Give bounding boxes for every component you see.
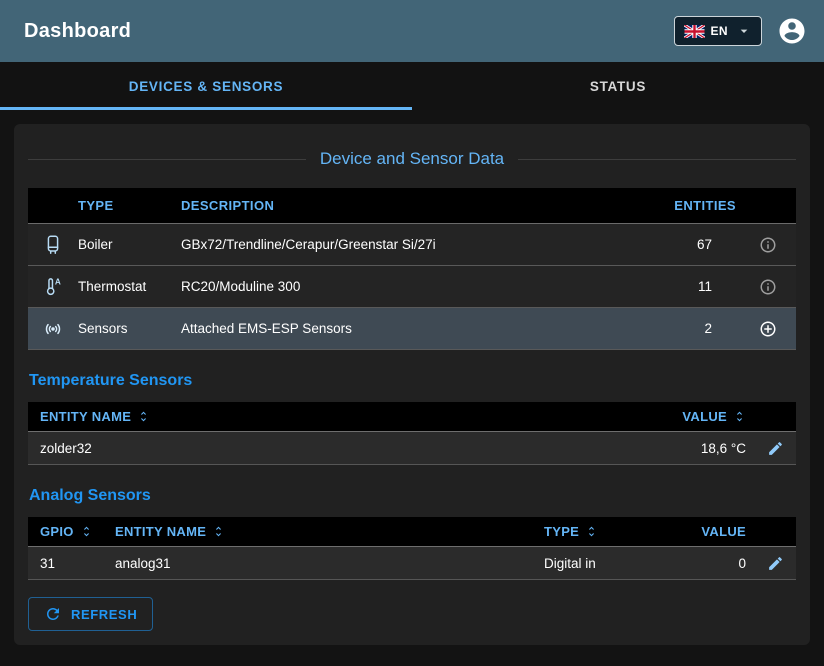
sort-type[interactable]: TYPE (544, 524, 659, 539)
sort-icon (80, 525, 93, 538)
table-row-analog-sensor[interactable]: 31 analog31 Digital in 0 (28, 547, 796, 580)
sort-gpio[interactable]: GPIO (28, 524, 115, 539)
edit-button[interactable] (767, 440, 784, 457)
device-entities: 67 (630, 237, 740, 252)
active-tab-indicator (0, 107, 412, 110)
tab-bar: DEVICES & SENSORS STATUS (0, 62, 824, 110)
divider (28, 159, 306, 160)
analog-sensors-heading: Analog Sensors (29, 487, 796, 505)
analog-sensors-table: GPIO ENTITY NAME TYPE (28, 517, 796, 580)
device-description: Attached EMS-ESP Sensors (181, 321, 630, 336)
card-title: Device and Sensor Data (320, 148, 504, 170)
language-code: EN (711, 24, 728, 38)
sensor-entity-name: zolder32 (28, 441, 604, 456)
info-button[interactable] (759, 278, 777, 296)
device-description: GBx72/Trendline/Cerapur/Greenstar Si/27i (181, 237, 630, 252)
main-content: Device and Sensor Data TYPE DESCRIPTION … (0, 110, 824, 659)
device-entities: 11 (630, 279, 740, 294)
device-type: Boiler (78, 237, 181, 252)
account-button[interactable] (776, 15, 808, 47)
sensor-value: 0 (659, 556, 754, 571)
add-button[interactable] (759, 320, 777, 338)
sort-icon (585, 525, 598, 538)
chevron-down-icon (736, 23, 752, 39)
thermostat-icon: A (28, 276, 78, 298)
table-row-temperature-sensor[interactable]: zolder32 18,6 °C (28, 432, 796, 465)
svg-text:A: A (55, 277, 61, 286)
device-table-header: TYPE DESCRIPTION ENTITIES (28, 188, 796, 224)
info-button[interactable] (759, 236, 777, 254)
tab-devices-sensors[interactable]: DEVICES & SENSORS (0, 62, 412, 110)
sensors-icon (28, 318, 78, 340)
device-table: TYPE DESCRIPTION ENTITIES Boiler GBx72/T… (28, 188, 796, 350)
account-circle-icon (777, 16, 807, 46)
sensor-gpio: 31 (28, 556, 115, 571)
temperature-sensors-table: ENTITY NAME VALUE zolder32 18,6 °C (28, 402, 796, 465)
sensor-type: Digital in (544, 556, 659, 571)
device-entities: 2 (630, 321, 740, 336)
table-row-thermostat[interactable]: A Thermostat RC20/Moduline 300 11 (28, 266, 796, 308)
page-title: Dashboard (24, 20, 674, 43)
column-type: TYPE (78, 198, 181, 213)
device-description: RC20/Moduline 300 (181, 279, 630, 294)
edit-button[interactable] (767, 555, 784, 572)
language-selector[interactable]: EN (674, 16, 762, 46)
sort-icon (733, 410, 746, 423)
sort-icon (137, 410, 150, 423)
device-type: Thermostat (78, 279, 181, 294)
sensor-entity-name: analog31 (115, 556, 544, 571)
card-title-row: Device and Sensor Data (28, 124, 796, 170)
temperature-sensors-heading: Temperature Sensors (29, 372, 796, 390)
temperature-table-header: ENTITY NAME VALUE (28, 402, 796, 432)
divider (518, 159, 796, 160)
table-row-boiler[interactable]: Boiler GBx72/Trendline/Cerapur/Greenstar… (28, 224, 796, 266)
refresh-icon (44, 605, 62, 623)
appbar: Dashboard EN (0, 0, 824, 62)
sort-entity-name[interactable]: ENTITY NAME (115, 524, 544, 539)
analog-table-header: GPIO ENTITY NAME TYPE (28, 517, 796, 547)
device-type: Sensors (78, 321, 181, 336)
refresh-button[interactable]: REFRESH (28, 597, 153, 631)
sensor-value: 18,6 °C (604, 441, 754, 456)
column-value: VALUE (659, 524, 754, 539)
sort-icon (212, 525, 225, 538)
dashboard-card: Device and Sensor Data TYPE DESCRIPTION … (14, 124, 810, 645)
column-description: DESCRIPTION (181, 198, 630, 213)
table-row-sensors[interactable]: Sensors Attached EMS-ESP Sensors 2 (28, 308, 796, 350)
boiler-icon (28, 234, 78, 256)
sort-value[interactable]: VALUE (604, 409, 754, 424)
column-entities: ENTITIES (630, 198, 740, 213)
uk-flag-icon (684, 25, 705, 38)
tab-status[interactable]: STATUS (412, 62, 824, 110)
sort-entity-name[interactable]: ENTITY NAME (28, 409, 604, 424)
